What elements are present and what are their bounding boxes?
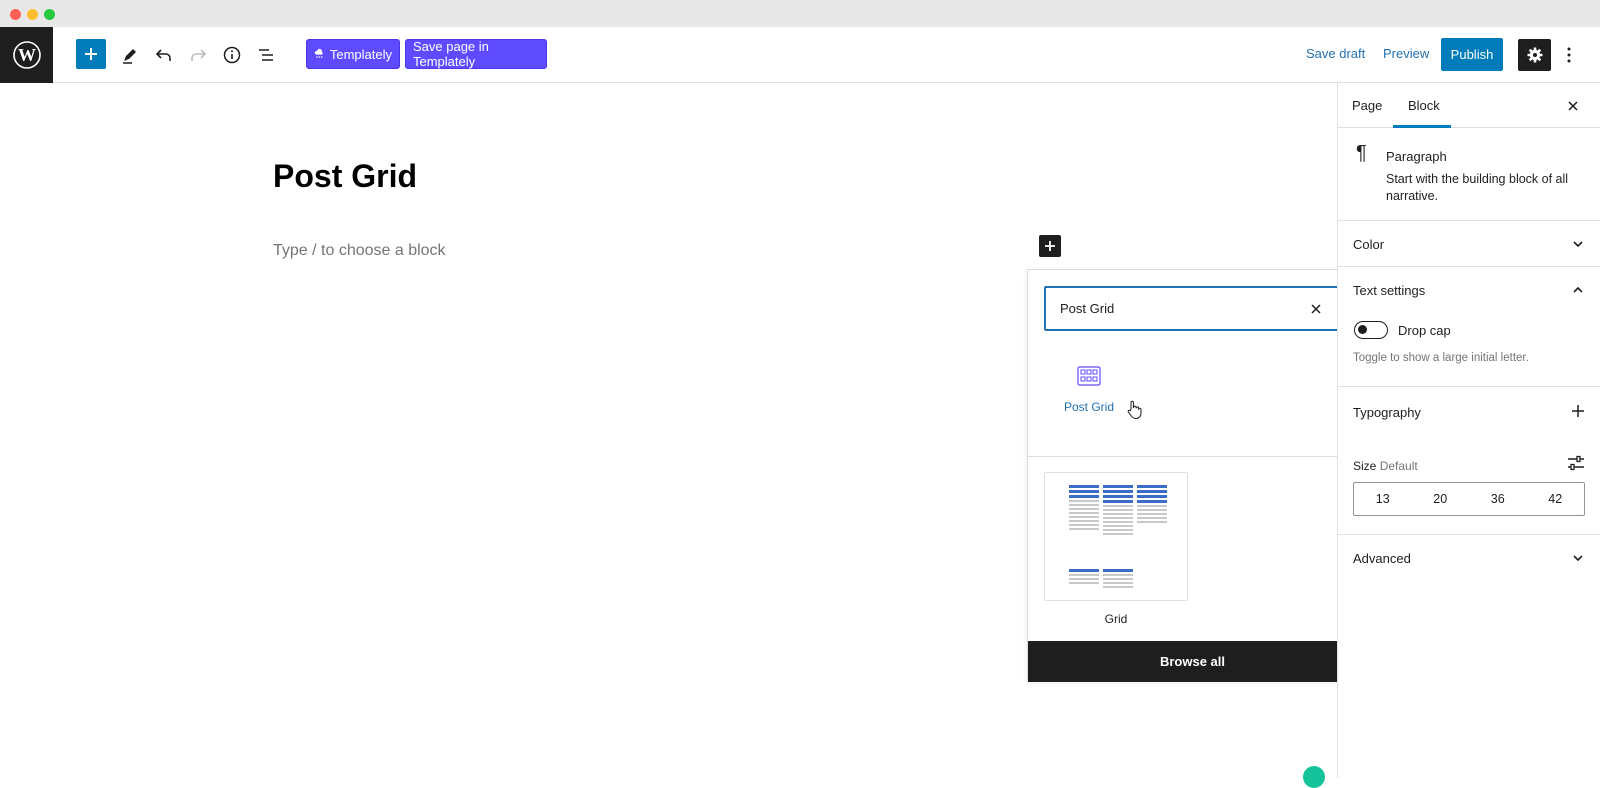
block-search-box — [1044, 286, 1341, 331]
block-placeholder[interactable]: Type / to choose a block — [273, 242, 446, 260]
font-size-value: Default — [1379, 459, 1418, 473]
details-button[interactable] — [216, 39, 248, 71]
hand-cursor-icon — [1126, 400, 1142, 425]
custom-size-toggle-icon[interactable] — [1566, 453, 1586, 473]
list-view-button[interactable] — [250, 39, 282, 71]
preview-button[interactable]: Preview — [1383, 46, 1429, 61]
block-search-input[interactable] — [1060, 301, 1300, 316]
grammarly-icon[interactable] — [1303, 766, 1325, 788]
gear-icon — [1527, 47, 1542, 63]
save-in-templately-label: Save page in Templately — [413, 39, 489, 69]
toggle-knob — [1358, 325, 1367, 334]
panel-typography-title[interactable]: Typography — [1353, 405, 1421, 420]
settings-button[interactable] — [1518, 39, 1551, 71]
font-size-option[interactable]: 36 — [1469, 483, 1527, 515]
publish-button[interactable]: Publish — [1441, 38, 1503, 71]
save-draft-button[interactable]: Save draft — [1306, 46, 1365, 61]
templately-cloud-icon — [314, 48, 323, 58]
pattern-label: Grid — [1104, 612, 1128, 626]
wordpress-logo-icon[interactable]: W — [0, 27, 53, 83]
window-titlebar — [0, 0, 1600, 27]
inserter-divider — [1028, 456, 1357, 457]
block-description: Start with the building block of all nar… — [1386, 172, 1569, 203]
plus-icon — [85, 48, 97, 60]
font-size-picker: 13 20 36 42 — [1353, 482, 1585, 516]
drop-cap-help: Toggle to show a large initial letter. — [1353, 352, 1529, 364]
pattern-preview-grid[interactable] — [1044, 472, 1188, 601]
editor-header: W Templately Save page in Templately Sav… — [0, 27, 1600, 83]
close-icon — [1311, 304, 1321, 314]
font-size-option[interactable]: 20 — [1412, 483, 1470, 515]
block-name: Paragraph — [1386, 149, 1447, 164]
font-size-label-text: Size — [1353, 459, 1377, 473]
panel-text-settings-title[interactable]: Text settings — [1353, 283, 1425, 298]
tab-block[interactable]: Block — [1408, 98, 1440, 113]
redo-button[interactable] — [182, 39, 214, 71]
chevron-down-icon — [1573, 555, 1583, 562]
block-result-label: Post Grid — [1063, 400, 1114, 414]
clear-search-button[interactable] — [1307, 300, 1325, 318]
more-vertical-icon — [1567, 47, 1571, 63]
sidebar-tabs: Page Block — [1338, 83, 1600, 128]
close-icon — [1568, 101, 1578, 111]
plus-icon[interactable] — [1571, 404, 1585, 418]
settings-sidebar: Page Block ¶ Paragraph Start with the bu… — [1337, 83, 1600, 778]
add-block-button[interactable] — [76, 39, 106, 69]
font-size-option[interactable]: 42 — [1527, 483, 1585, 515]
close-sidebar-button[interactable] — [1564, 97, 1582, 115]
templately-label: Templately — [329, 46, 392, 62]
window-zoom-dot[interactable] — [44, 9, 55, 20]
browse-all-button[interactable]: Browse all — [1028, 641, 1357, 682]
block-card: ¶ Paragraph Start with the building bloc… — [1338, 128, 1600, 221]
page-title[interactable]: Post Grid — [273, 158, 417, 195]
redo-icon — [191, 49, 207, 61]
font-size-option[interactable]: 13 — [1354, 483, 1412, 515]
undo-icon — [155, 49, 171, 61]
panel-color[interactable]: Color — [1338, 221, 1600, 267]
chevron-down-icon — [1573, 241, 1583, 248]
font-size-label: Size Default — [1353, 459, 1418, 473]
window-minimize-dot[interactable] — [27, 9, 38, 20]
templately-button[interactable]: Templately — [306, 39, 400, 69]
block-result-post-grid[interactable]: Post Grid — [1054, 360, 1124, 430]
panel-advanced[interactable]: Advanced — [1338, 535, 1600, 581]
paragraph-icon: ¶ — [1356, 142, 1367, 164]
list-view-icon — [259, 49, 273, 61]
inline-add-block-button[interactable] — [1039, 235, 1061, 257]
tools-button[interactable] — [114, 39, 146, 71]
svg-text:W: W — [18, 45, 36, 65]
pencil-icon — [123, 49, 136, 64]
panel-advanced-title: Advanced — [1353, 551, 1411, 566]
save-in-templately-button[interactable]: Save page in Templately — [405, 39, 547, 69]
drop-cap-toggle[interactable] — [1354, 321, 1388, 339]
drop-cap-label: Drop cap — [1398, 323, 1451, 338]
plus-icon — [1045, 241, 1055, 251]
post-grid-icon — [1077, 366, 1101, 386]
undo-button[interactable] — [148, 39, 180, 71]
panel-color-title: Color — [1353, 237, 1385, 252]
info-icon — [223, 46, 241, 64]
chevron-up-icon[interactable] — [1571, 283, 1585, 297]
tab-page[interactable]: Page — [1352, 98, 1382, 113]
block-inserter-popover: Post Grid Grid Browse all — [1027, 269, 1357, 682]
options-button[interactable] — [1557, 41, 1581, 69]
window-close-dot[interactable] — [10, 9, 21, 20]
